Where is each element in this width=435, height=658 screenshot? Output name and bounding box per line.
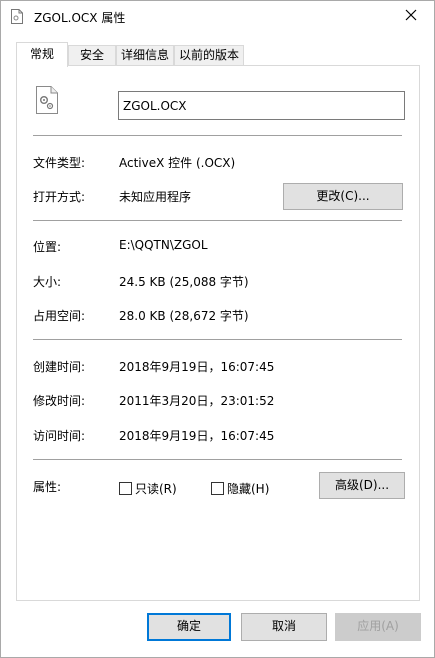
- size-on-disk-value: 28.0 KB (28,672 字节): [119, 309, 249, 323]
- size-on-disk-label: 占用空间:: [33, 309, 86, 323]
- divider: [33, 135, 402, 136]
- tab-previous-versions[interactable]: 以前的版本: [174, 45, 244, 66]
- close-icon: [405, 9, 417, 24]
- modified-value: 2011年3月20日，23:01:52: [119, 394, 275, 408]
- checkbox-box[interactable]: [119, 482, 132, 495]
- modified-label: 修改时间:: [33, 394, 86, 408]
- divider: [33, 459, 402, 460]
- close-button[interactable]: [388, 1, 434, 31]
- size-label: 大小:: [33, 275, 62, 289]
- change-button[interactable]: 更改(C)...: [283, 183, 403, 210]
- tab-general[interactable]: 常规: [16, 42, 68, 67]
- tab-security[interactable]: 安全: [68, 45, 116, 66]
- attributes-label: 属性:: [33, 480, 62, 494]
- ok-button[interactable]: 确定: [147, 613, 231, 641]
- cancel-button[interactable]: 取消: [241, 613, 327, 641]
- window-title: ZGOL.OCX 属性: [34, 11, 126, 25]
- location-value: E:\QQTN\ZGOL: [119, 238, 208, 252]
- checkbox-box[interactable]: [211, 482, 224, 495]
- hidden-label: 隐藏(H): [227, 482, 270, 496]
- advanced-button[interactable]: 高级(D)...: [319, 472, 405, 499]
- hidden-checkbox[interactable]: 隐藏(H): [211, 480, 269, 497]
- document-icon: [11, 9, 23, 24]
- opens-with-value: 未知应用程序: [119, 190, 192, 204]
- created-label: 创建时间:: [33, 360, 86, 374]
- readonly-label: 只读(R): [135, 482, 177, 496]
- title-bar[interactable]: ZGOL.OCX 属性: [1, 1, 434, 32]
- dll-settings-file-icon: [36, 86, 58, 114]
- file-type-value: ActiveX 控件 (.OCX): [119, 156, 236, 170]
- apply-button[interactable]: 应用(A): [335, 613, 421, 641]
- opens-with-label: 打开方式:: [33, 190, 86, 204]
- file-name-input[interactable]: [118, 91, 405, 120]
- size-value: 24.5 KB (25,088 字节): [119, 275, 249, 289]
- location-label: 位置:: [33, 240, 62, 254]
- readonly-checkbox[interactable]: 只读(R): [119, 480, 177, 497]
- accessed-value: 2018年9月19日，16:07:45: [119, 429, 275, 443]
- divider: [33, 220, 402, 221]
- created-value: 2018年9月19日，16:07:45: [119, 360, 275, 374]
- properties-window: ZGOL.OCX 属性 常规 安全 详细信息 以前的版本 ZGOL.OCX 文件…: [0, 0, 435, 658]
- file-type-label: 文件类型:: [33, 156, 86, 170]
- accessed-label: 访问时间:: [33, 429, 86, 443]
- general-panel: 文件类型: ActiveX 控件 (.OCX) 打开方式: 未知应用程序 更改(…: [16, 65, 420, 601]
- divider: [33, 339, 402, 340]
- tab-details[interactable]: 详细信息: [116, 45, 174, 66]
